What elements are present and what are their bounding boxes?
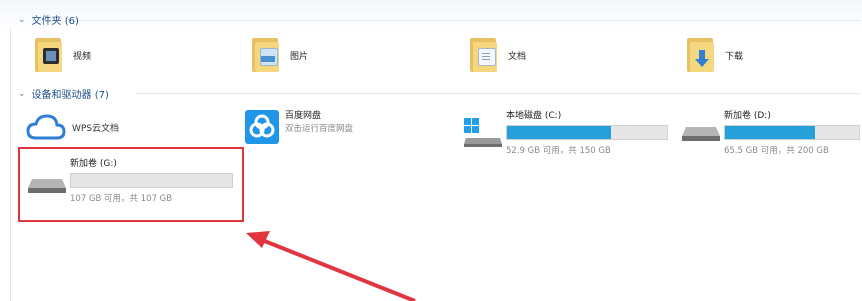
annotation-arrow-icon <box>246 231 416 301</box>
